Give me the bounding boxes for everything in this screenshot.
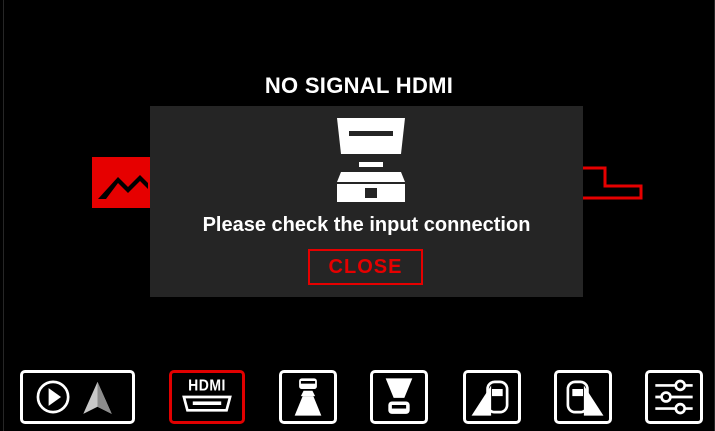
play-and-navigation-icon xyxy=(36,380,112,414)
close-button[interactable]: CLOSE xyxy=(308,249,423,285)
hdmi-connector-icon xyxy=(337,118,405,202)
bottom-dock: HDMI xyxy=(4,370,714,431)
no-signal-dialog: Please check the input connection CLOSE xyxy=(150,106,583,297)
dock-front-camera-button[interactable] xyxy=(279,370,337,424)
hdmi-icon xyxy=(182,395,232,412)
dock-settings-button[interactable] xyxy=(645,370,703,424)
rear-camera-icon xyxy=(385,378,413,414)
dock-left-camera-button[interactable] xyxy=(463,370,521,424)
brand-logo-right-fragment xyxy=(579,166,643,200)
dock-rear-camera-button[interactable] xyxy=(370,370,428,424)
front-camera-icon xyxy=(294,378,322,416)
brand-logo-left-fragment xyxy=(92,157,152,208)
dialog-message: Please check the input connection xyxy=(202,214,531,236)
dock-carplay-button[interactable] xyxy=(20,370,135,424)
no-signal-title: NO SIGNAL HDMI xyxy=(264,73,454,98)
dock-right-camera-button[interactable] xyxy=(554,370,612,424)
dock-hdmi-button[interactable]: HDMI xyxy=(169,370,245,424)
right-camera-icon xyxy=(566,380,604,416)
left-camera-icon xyxy=(471,380,509,416)
screen: NO SIGNAL HDMI Please check the input co… xyxy=(3,0,715,431)
settings-sliders-icon xyxy=(655,379,693,415)
